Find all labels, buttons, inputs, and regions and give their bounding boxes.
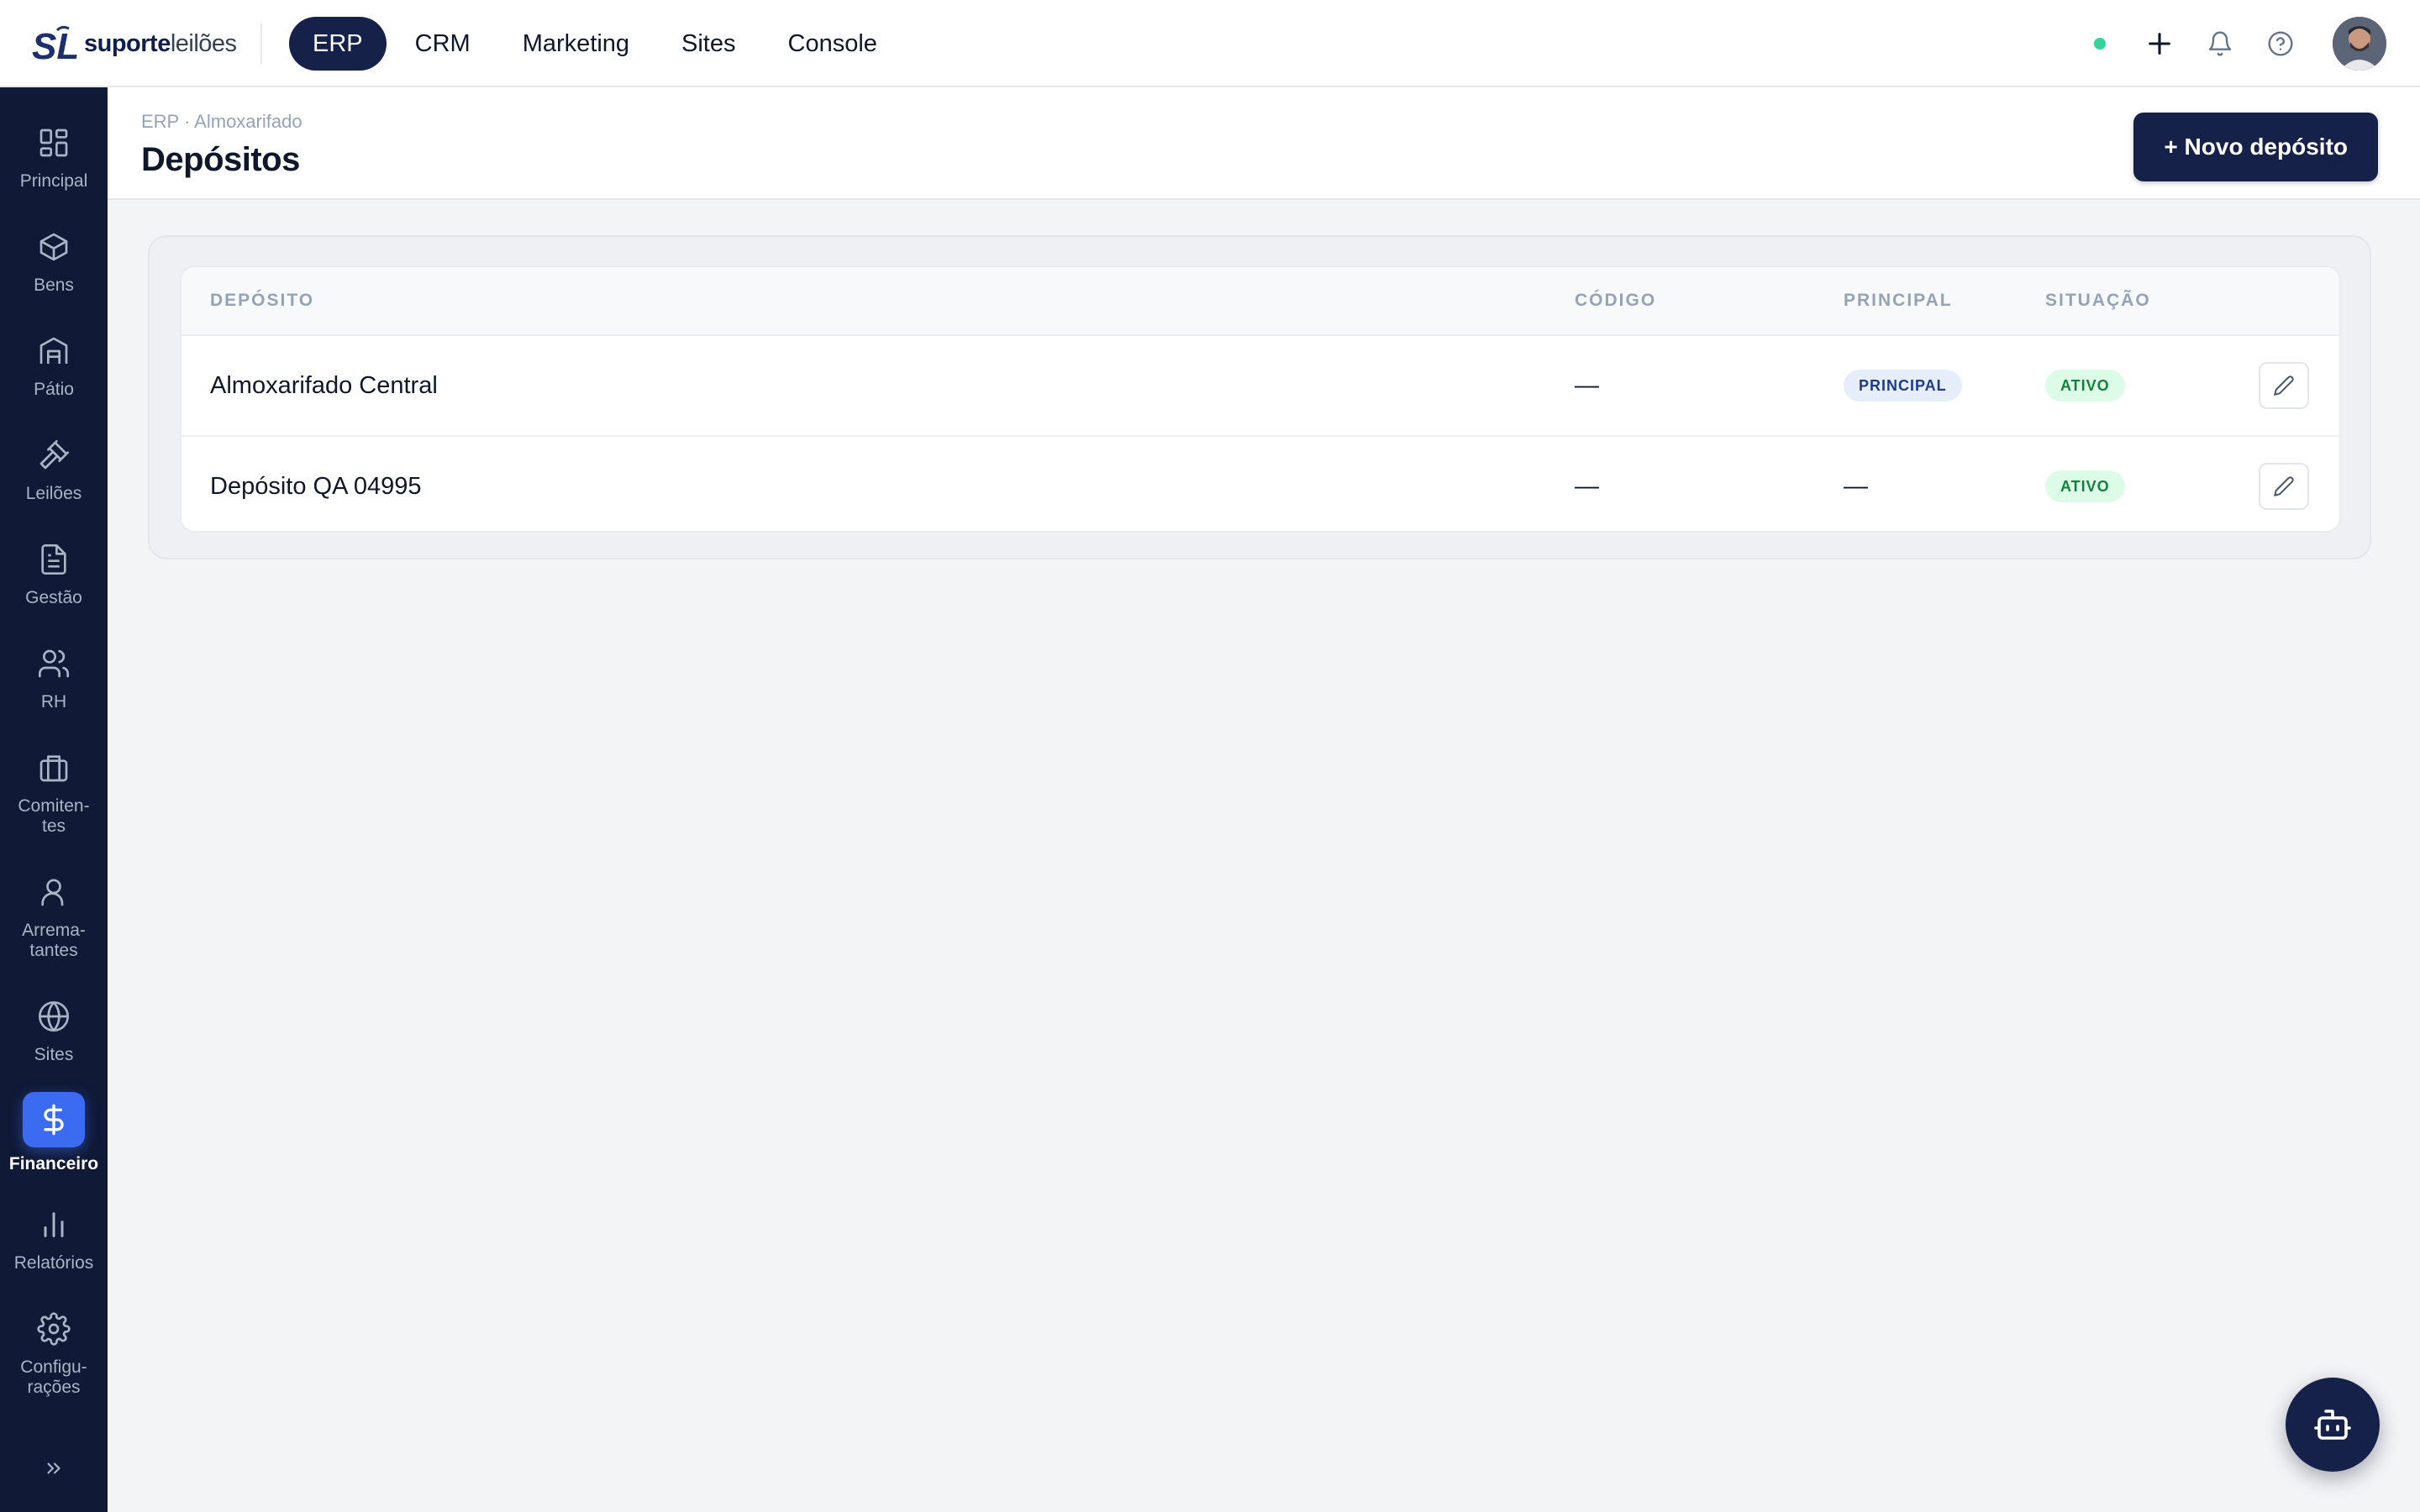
module-tab-marketing[interactable]: Marketing <box>499 17 653 71</box>
page-header: ERP · Almoxarifado Depósitos + Novo depó… <box>108 87 2420 200</box>
top-actions <box>2094 17 2386 71</box>
principal-badge: PRINCIPAL <box>1844 370 1962 402</box>
sidebar-item-arrematantes[interactable]: Arrema- tantes <box>0 872 108 961</box>
table-header: DEPÓSITO CÓDIGO PRINCIPAL SITUAÇÃO <box>182 267 2339 336</box>
sidebar-item-label: Sites <box>34 1045 74 1064</box>
column-header-principal[interactable]: PRINCIPAL <box>1844 291 1953 311</box>
module-nav: ERP CRM Marketing Sites Console <box>289 17 901 71</box>
logo-mark-icon: SL <box>32 25 77 64</box>
edit-button[interactable] <box>2259 463 2309 510</box>
status-cell: ATIVO <box>2045 336 2125 435</box>
sidebar-item-financeiro[interactable]: Financeiro <box>0 1092 108 1174</box>
deposit-code: — <box>1575 472 1599 500</box>
sidebar-item-label: RH <box>40 692 67 711</box>
sidebar-item-principal[interactable]: Principal <box>0 123 108 192</box>
sidebar-item-patio[interactable]: Pátio <box>0 331 108 400</box>
grid-icon <box>34 123 74 163</box>
table-row[interactable]: Depósito QA 04995 — — ATIVO <box>182 435 2339 531</box>
module-tab-erp[interactable]: ERP <box>289 17 387 71</box>
sidebar-item-label: Relatórios <box>13 1253 94 1273</box>
deposits-table: DEPÓSITO CÓDIGO PRINCIPAL SITUAÇÃO Almox… <box>180 265 2341 533</box>
sidebar: Principal Bens Pátio Leilões Gestão RH C… <box>0 87 108 1512</box>
briefcase-icon <box>34 748 74 788</box>
module-tab-console[interactable]: Console <box>765 17 901 71</box>
sidebar-item-label: Arrema- tantes <box>22 921 86 960</box>
sidebar-item-label: Gestão <box>25 588 82 607</box>
document-icon <box>34 539 74 580</box>
sidebar-item-gestao[interactable]: Gestão <box>0 539 108 608</box>
sidebar-item-sites[interactable]: Sites <box>0 996 108 1065</box>
breadcrumb[interactable]: ERP · Almoxarifado <box>141 111 302 133</box>
user-icon <box>34 872 74 912</box>
dollar-icon <box>23 1092 85 1147</box>
deposits-card: DEPÓSITO CÓDIGO PRINCIPAL SITUAÇÃO Almox… <box>148 235 2371 559</box>
top-bar: SL suporteleilões ERP CRM Marketing Site… <box>0 0 2420 87</box>
bot-icon <box>2314 1410 2351 1440</box>
sidebar-item-label: Leilões <box>25 484 82 503</box>
box-icon <box>34 227 74 267</box>
edit-button[interactable] <box>2259 362 2309 409</box>
bar-chart-icon <box>34 1205 74 1245</box>
sidebar-item-leiloes[interactable]: Leilões <box>0 435 108 504</box>
sidebar-item-comitentes[interactable]: Comiten- tes <box>0 748 108 837</box>
deposit-code: — <box>1575 371 1599 399</box>
logo[interactable]: SL suporteleilões <box>32 24 237 64</box>
gavel-icon <box>34 435 74 475</box>
principal-cell: — <box>1844 472 1868 500</box>
help-icon[interactable] <box>2262 25 2299 62</box>
globe-icon <box>34 996 74 1037</box>
column-header-codigo[interactable]: CÓDIGO <box>1575 291 1656 311</box>
warehouse-icon <box>34 331 74 371</box>
module-tab-sites[interactable]: Sites <box>658 17 759 71</box>
sidebar-item-bens[interactable]: Bens <box>0 227 108 296</box>
sidebar-item-label: Comiten- tes <box>18 796 90 836</box>
sidebar-expand-icon[interactable] <box>37 1452 71 1485</box>
new-deposit-button[interactable]: + Novo depósito <box>2133 113 2378 181</box>
deposit-name: Depósito QA 04995 <box>210 472 422 500</box>
deposit-name: Almoxarifado Central <box>210 371 438 399</box>
users-icon <box>34 643 74 684</box>
status-badge: ATIVO <box>2045 370 2125 402</box>
pencil-icon <box>2274 476 2294 496</box>
pencil-icon <box>2274 375 2294 396</box>
sidebar-item-relatorios[interactable]: Relatórios <box>0 1205 108 1273</box>
sidebar-item-rh[interactable]: RH <box>0 643 108 712</box>
sidebar-item-label: Pátio <box>34 380 74 399</box>
principal-cell: PRINCIPAL <box>1844 336 1962 435</box>
avatar[interactable] <box>2333 17 2386 71</box>
table-row[interactable]: Almoxarifado Central — PRINCIPAL ATIVO <box>182 336 2339 435</box>
sidebar-item-label: Configu- rações <box>20 1357 87 1397</box>
bell-icon[interactable] <box>2202 25 2238 62</box>
column-header-deposito[interactable]: DEPÓSITO <box>210 291 314 311</box>
status-badge: ATIVO <box>2045 470 2125 502</box>
page-title: Depósitos <box>141 141 300 178</box>
assistant-button[interactable] <box>2286 1378 2380 1472</box>
module-tab-crm[interactable]: CRM <box>392 17 494 71</box>
gear-icon <box>34 1309 74 1349</box>
status-indicator <box>2094 38 2106 50</box>
plus-icon[interactable] <box>2141 25 2178 62</box>
status-cell: ATIVO <box>2045 437 2125 531</box>
actions-cell <box>2259 336 2309 435</box>
logo-text: suporteleilões <box>84 29 237 57</box>
svg-text:SL: SL <box>32 26 77 64</box>
sidebar-item-label: Financeiro <box>8 1154 99 1173</box>
sidebar-item-label: Principal <box>19 171 88 191</box>
sidebar-item-label: Bens <box>34 276 74 295</box>
sidebar-item-configuracoes[interactable]: Configu- rações <box>0 1309 108 1398</box>
top-divider <box>260 24 262 64</box>
column-header-situacao[interactable]: SITUAÇÃO <box>2045 291 2151 311</box>
actions-cell <box>2259 437 2309 531</box>
